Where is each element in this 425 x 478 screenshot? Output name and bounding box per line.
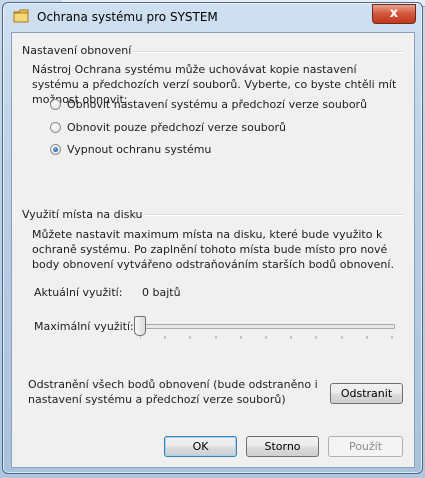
- dialog-content: Nastavení obnovení Nástroj Ochrana systé…: [11, 32, 415, 468]
- max-usage-slider-thumb[interactable]: [134, 316, 146, 336]
- slider-ticks: [140, 336, 393, 339]
- radio-button-icon: [50, 121, 61, 133]
- radio-label: Obnovit nastavení systému a předchozí ve…: [67, 97, 368, 111]
- restore-settings-heading: Nastavení obnovení: [22, 44, 132, 57]
- close-button[interactable]: x: [372, 4, 416, 24]
- apply-button[interactable]: Použít: [328, 436, 403, 457]
- radio-button-icon: [50, 98, 61, 110]
- radio-label: Obnovit pouze předchozí verze souborů: [67, 120, 287, 134]
- ok-button[interactable]: OK: [164, 436, 237, 457]
- delete-points-description: Odstranění všech bodů obnovení (bude ods…: [28, 378, 318, 406]
- max-usage-label: Maximální využití:: [34, 320, 134, 333]
- current-usage-value: 0 bajtů: [142, 286, 181, 299]
- disk-usage-description: Můžete nastavit maximum místa na disku, …: [32, 228, 394, 271]
- close-icon: x: [389, 6, 399, 21]
- radio-button-selected-icon: [50, 143, 61, 155]
- radio-turn-off-protection[interactable]: Vypnout ochranu systému: [50, 141, 211, 157]
- disk-usage-separator: [144, 214, 404, 216]
- radio-label: Vypnout ochranu systému: [67, 142, 212, 156]
- folder-icon: [13, 9, 29, 23]
- restore-settings-separator: [132, 51, 404, 53]
- cancel-button[interactable]: Storno: [246, 436, 319, 457]
- title-bar[interactable]: Ochrana systému pro SYSTEM x: [3, 3, 422, 29]
- current-usage-label: Aktuální využití:: [34, 286, 123, 299]
- window-title: Ochrana systému pro SYSTEM: [37, 10, 218, 24]
- disk-usage-heading: Využití místa na disku: [22, 208, 143, 221]
- radio-restore-files-only[interactable]: Obnovit pouze předchozí verze souborů: [50, 119, 286, 135]
- max-usage-slider-track[interactable]: [140, 324, 395, 329]
- delete-button[interactable]: Odstranit: [330, 383, 403, 404]
- radio-restore-system-and-files[interactable]: Obnovit nastavení systému a předchozí ve…: [50, 96, 367, 112]
- dialog-window: Ochrana systému pro SYSTEM x Nastavení o…: [2, 2, 423, 474]
